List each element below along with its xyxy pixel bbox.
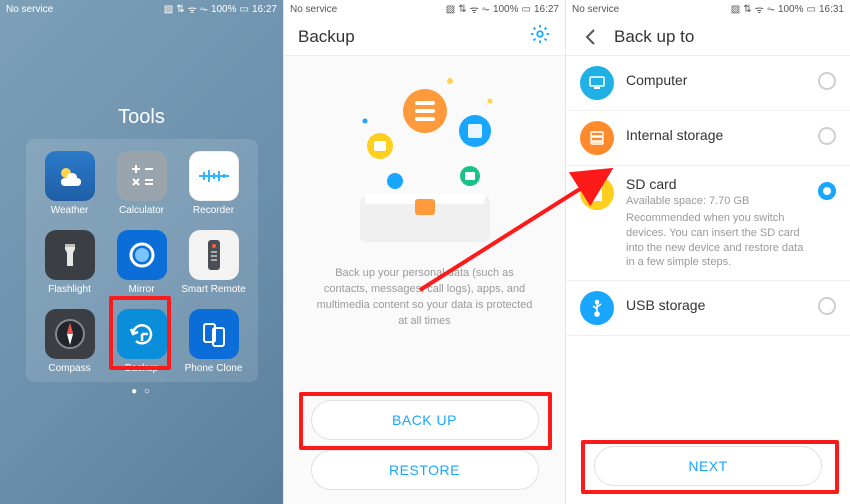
status-bar: No service ▧ ⇅ ᯤ ⏦ 100% ▭ 16:27 xyxy=(0,0,283,18)
backup-button[interactable]: BACK UP xyxy=(311,400,539,440)
data-icon: ⇅ xyxy=(743,4,751,15)
app-label: Weather xyxy=(51,205,89,216)
sd-description: Recommended when you switch devices. You… xyxy=(626,211,806,270)
backup-icon xyxy=(117,309,167,359)
nfc-icon: ▧ xyxy=(164,4,173,15)
mirror-icon xyxy=(117,230,167,280)
nfc-icon: ▧ xyxy=(446,4,455,15)
status-right: ▧ ⇅ ᯤ ⏦ 100% ▭ 16:31 xyxy=(731,2,844,16)
sd-available-space: Available space: 7.70 GB xyxy=(626,194,806,209)
clock: 16:27 xyxy=(534,4,559,15)
title-bar: Backup xyxy=(284,18,565,56)
app-phone-clone[interactable]: Phone Clone xyxy=(178,309,250,374)
backup-destination-screen: No service ▧ ⇅ ᯤ ⏦ 100% ▭ 16:31 Back up … xyxy=(566,0,850,504)
battery-icon: ▭ xyxy=(807,4,816,15)
computer-icon xyxy=(580,66,614,100)
option-label: Computer xyxy=(626,72,806,88)
settings-gear-icon[interactable] xyxy=(529,23,551,50)
nfc-icon: ▧ xyxy=(731,4,740,15)
app-backup[interactable]: Backup xyxy=(106,309,178,374)
status-right: ▧ ⇅ ᯤ ⏦ 100% ▭ 16:27 xyxy=(446,2,559,16)
app-compass[interactable]: Compass xyxy=(34,309,106,374)
compass-icon xyxy=(45,309,95,359)
option-internal-storage[interactable]: Internal storage xyxy=(566,111,850,166)
option-sd-card[interactable]: SD card Available space: 7.70 GB Recomme… xyxy=(566,166,850,281)
wifi-icon: ᯤ xyxy=(188,2,197,16)
folder-title: Tools xyxy=(0,106,283,129)
title-bar: Back up to xyxy=(566,18,850,56)
alarm-icon: ⏦ xyxy=(767,4,775,15)
phone-clone-icon xyxy=(189,309,239,359)
remote-icon xyxy=(189,230,239,280)
radio-unselected[interactable] xyxy=(818,297,836,315)
option-computer[interactable]: Computer xyxy=(566,56,850,111)
app-label: Compass xyxy=(48,363,90,374)
flashlight-icon xyxy=(45,230,95,280)
back-arrow-icon[interactable] xyxy=(580,26,602,48)
internal-storage-icon xyxy=(580,121,614,155)
wifi-icon: ᯤ xyxy=(755,2,764,16)
app-label: Flashlight xyxy=(48,284,91,295)
screen-title: Backup xyxy=(298,27,355,47)
battery-pct: 100% xyxy=(778,4,804,15)
app-label: Phone Clone xyxy=(185,363,243,374)
app-folder-grid: Weather Calculator Recorder Fl xyxy=(26,139,258,382)
backup-description: Back up your personal data (such as cont… xyxy=(284,266,565,330)
next-button-label: NEXT xyxy=(688,458,727,474)
data-icon: ⇅ xyxy=(176,4,184,15)
data-icon: ⇅ xyxy=(458,4,466,15)
option-label: Internal storage xyxy=(626,127,806,143)
next-button[interactable]: NEXT xyxy=(594,446,822,486)
backup-illustration xyxy=(284,56,565,266)
app-label: Smart Remote xyxy=(181,284,245,295)
status-bar: No service ▧ ⇅ ᯤ ⏦ 100% ▭ 16:31 xyxy=(566,0,850,18)
app-mirror[interactable]: Mirror xyxy=(106,230,178,295)
page-dots: ● ○ xyxy=(0,386,283,397)
radio-unselected[interactable] xyxy=(818,127,836,145)
destination-list: Computer Internal storage SD card Availa… xyxy=(566,56,850,336)
app-label: Mirror xyxy=(128,284,154,295)
backup-app-screen: No service ▧ ⇅ ᯤ ⏦ 100% ▭ 16:27 Backup xyxy=(283,0,566,504)
radio-selected[interactable] xyxy=(818,182,836,200)
recorder-icon xyxy=(189,151,239,201)
carrier-label: No service xyxy=(290,4,446,15)
usb-icon xyxy=(580,291,614,325)
app-label: Recorder xyxy=(193,205,234,216)
battery-pct: 100% xyxy=(211,4,237,15)
clock: 16:27 xyxy=(252,4,277,15)
alarm-icon: ⏦ xyxy=(200,4,208,15)
wifi-icon: ᯤ xyxy=(470,2,479,16)
app-weather[interactable]: Weather xyxy=(34,151,106,216)
carrier-label: No service xyxy=(572,4,731,15)
app-label: Calculator xyxy=(119,205,164,216)
option-label: SD card xyxy=(626,176,806,192)
option-label: USB storage xyxy=(626,297,806,313)
option-usb-storage[interactable]: USB storage xyxy=(566,281,850,336)
backup-button-label: BACK UP xyxy=(392,412,457,428)
status-bar: No service ▧ ⇅ ᯤ ⏦ 100% ▭ 16:27 xyxy=(284,0,565,18)
battery-icon: ▭ xyxy=(522,4,531,15)
battery-icon: ▭ xyxy=(240,4,249,15)
restore-button-label: RESTORE xyxy=(389,462,460,478)
radio-unselected[interactable] xyxy=(818,72,836,90)
app-flashlight[interactable]: Flashlight xyxy=(34,230,106,295)
app-label: Backup xyxy=(125,363,158,374)
app-recorder[interactable]: Recorder xyxy=(178,151,250,216)
app-calculator[interactable]: Calculator xyxy=(106,151,178,216)
sd-card-icon xyxy=(580,176,614,210)
clock: 16:31 xyxy=(819,4,844,15)
calculator-icon xyxy=(117,151,167,201)
alarm-icon: ⏦ xyxy=(482,4,490,15)
app-smart-remote[interactable]: Smart Remote xyxy=(178,230,250,295)
screen-title: Back up to xyxy=(614,27,694,47)
status-right: ▧ ⇅ ᯤ ⏦ 100% ▭ 16:27 xyxy=(164,2,277,16)
battery-pct: 100% xyxy=(493,4,519,15)
home-folder-screen: No service ▧ ⇅ ᯤ ⏦ 100% ▭ 16:27 Tools We… xyxy=(0,0,283,504)
restore-button[interactable]: RESTORE xyxy=(311,450,539,490)
weather-icon xyxy=(45,151,95,201)
carrier-label: No service xyxy=(6,4,164,15)
